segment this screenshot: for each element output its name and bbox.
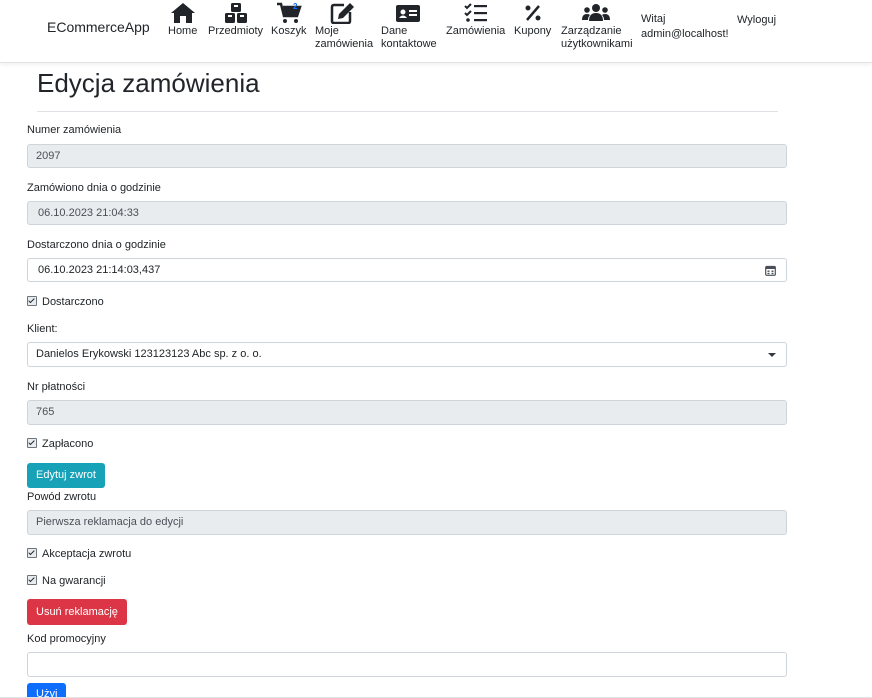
nav-items-label: Przedmioty [208, 25, 264, 37]
id-card-icon [396, 5, 420, 22]
nav-orders[interactable]: Zamówienia [446, 2, 505, 38]
delivered-checkbox-row[interactable]: Dostarczono [27, 296, 104, 308]
page-title: Edycja zamówienia [37, 68, 260, 98]
order-number-field[interactable]: 2097 [27, 144, 787, 168]
payment-number-label: Nr płatności [27, 381, 86, 393]
warranty-checkbox[interactable] [27, 575, 37, 585]
nav-home[interactable]: Home [168, 2, 197, 38]
client-select[interactable]: Danielos Erykowski 123123123 Abc sp. z o… [27, 342, 787, 367]
delivered-checkbox[interactable] [27, 296, 37, 306]
nav-home-label: Home [168, 25, 198, 37]
delivered-at-value: 06.10.2023 21:14:03,437 [38, 264, 161, 276]
users-icon [582, 4, 610, 21]
nav-my-orders-line2: zamówienia [315, 38, 374, 50]
logout-link[interactable]: Wyloguj [737, 14, 776, 26]
cubes-icon [224, 3, 247, 23]
nav-orders-label: Zamówienia [446, 25, 506, 37]
warranty-checkbox-row[interactable]: Na gwarancji [27, 575, 106, 587]
edit-icon [330, 3, 354, 24]
warranty-checkbox-label: Na gwarancji [42, 575, 106, 587]
paid-checkbox-label: Zapłacono [42, 438, 94, 450]
client-label: Klient: [27, 323, 58, 335]
greeting: Witaj admin@localhost! [641, 12, 729, 42]
nav-user-management[interactable]: Zarządzanie użytkownikami [561, 2, 633, 51]
home-icon [170, 3, 195, 23]
ordered-at-field[interactable]: 06.10.2023 21:04:33 [27, 201, 787, 225]
calendar-icon[interactable] [765, 265, 776, 276]
nav-contact-data-line1: Dane [381, 25, 408, 37]
nav-contact-data[interactable]: Dane kontaktowe [381, 2, 437, 51]
nav-items[interactable]: Przedmioty [208, 2, 263, 38]
brand-link[interactable]: ECommerceApp [47, 19, 150, 35]
greeting-line1: Witaj [641, 13, 666, 25]
paid-checkbox-row[interactable]: Zapłacono [27, 438, 93, 450]
cart-badge: 2 [293, 2, 298, 11]
return-accepted-checkbox[interactable] [27, 548, 37, 558]
nav-coupons-label: Kupony [514, 25, 552, 37]
ordered-at-label: Zamówiono dnia o godzinie [27, 182, 161, 194]
nav-my-orders-line1: Moje [315, 25, 339, 37]
use-promo-button[interactable]: Użyj [27, 683, 67, 698]
return-reason-label: Powód zwrotu [27, 491, 97, 503]
nav-coupons[interactable]: Kupony [514, 2, 551, 38]
nav-cart-label: Koszyk [271, 25, 307, 37]
nav-cart[interactable]: 2 Koszyk [271, 2, 306, 38]
order-number-label: Numer zamówienia [27, 124, 122, 136]
percent-icon [525, 5, 541, 21]
cart-icon [276, 2, 302, 23]
delivered-checkbox-label: Dostarczono [42, 296, 104, 308]
paid-checkbox[interactable] [27, 438, 37, 448]
list-check-icon [463, 3, 487, 22]
promo-code-input[interactable] [27, 652, 787, 677]
nav-my-orders[interactable]: Moje zamówienia [315, 2, 373, 51]
delete-complaint-button[interactable]: Usuń reklamację [27, 599, 127, 625]
client-select-value: Danielos Erykowski 123123123 Abc sp. z o… [36, 348, 262, 360]
navbar: ECommerceApp Home Przedmioty 2 Koszyk Mo… [0, 0, 872, 63]
title-divider [37, 111, 778, 112]
nav-user-management-line2: użytkownikami [561, 38, 633, 50]
return-accepted-checkbox-row[interactable]: Akceptacja zwrotu [27, 548, 131, 560]
chevron-down-icon [768, 353, 776, 357]
promo-code-label: Kod promocyjny [27, 633, 106, 645]
greeting-line2: admin@localhost! [641, 28, 729, 40]
nav-contact-data-line2: kontaktowe [381, 38, 437, 50]
return-reason-field[interactable]: Pierwsza reklamacja do edycji [27, 510, 787, 535]
edit-return-button[interactable]: Edytuj zwrot [27, 463, 105, 488]
payment-number-field[interactable]: 765 [27, 400, 787, 425]
delivered-at-label: Dostarczono dnia o godzinie [27, 239, 166, 251]
delivered-at-field[interactable]: 06.10.2023 21:14:03,437 [27, 258, 787, 282]
nav-user-management-line1: Zarządzanie [561, 25, 622, 37]
return-accepted-checkbox-label: Akceptacja zwrotu [42, 548, 132, 560]
